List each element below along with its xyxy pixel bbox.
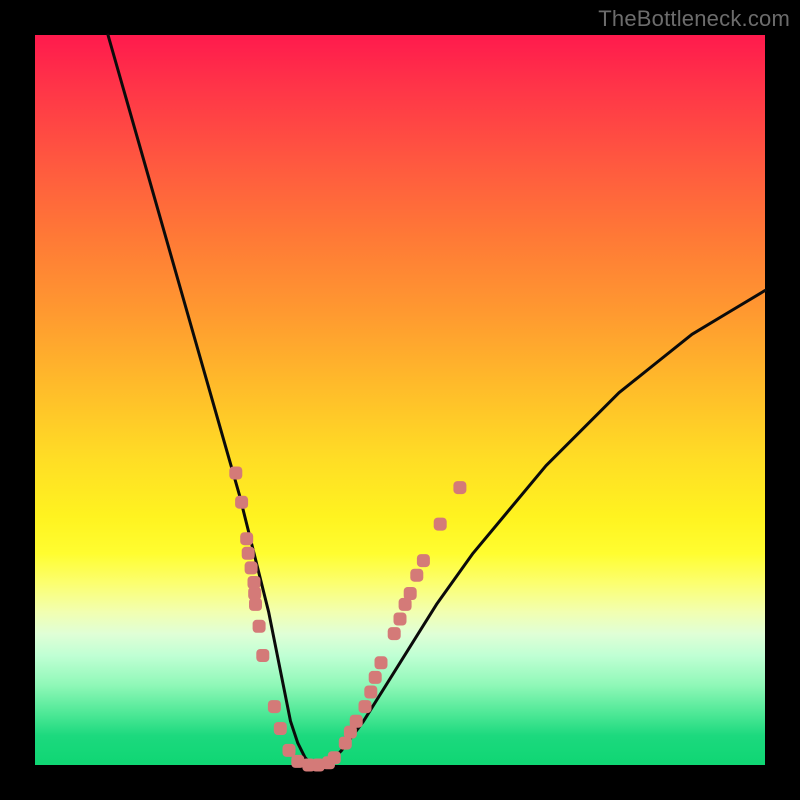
data-marker [410,569,423,582]
plot-area [35,35,765,765]
data-marker [283,744,296,757]
data-marker [453,481,466,494]
data-marker [268,700,281,713]
data-marker [388,627,401,640]
curve-path [108,35,765,765]
data-marker [253,620,266,633]
data-marker [229,467,242,480]
data-marker [375,656,388,669]
data-marker [359,700,372,713]
data-marker [256,649,269,662]
data-marker [394,613,407,626]
data-marker [249,598,262,611]
data-marker [328,751,341,764]
data-marker [245,561,258,574]
data-marker [235,496,248,509]
data-marker [417,554,430,567]
data-marker [350,715,363,728]
data-marker [369,671,382,684]
watermark-text: TheBottleneck.com [598,6,790,32]
data-marker [242,547,255,560]
bottleneck-curve [108,35,765,765]
data-marker [240,532,253,545]
data-marker [274,722,287,735]
data-marker [434,518,447,531]
data-markers [229,467,466,772]
data-marker [364,686,377,699]
data-marker [404,587,417,600]
chart-svg [35,35,765,765]
chart-frame: TheBottleneck.com [0,0,800,800]
